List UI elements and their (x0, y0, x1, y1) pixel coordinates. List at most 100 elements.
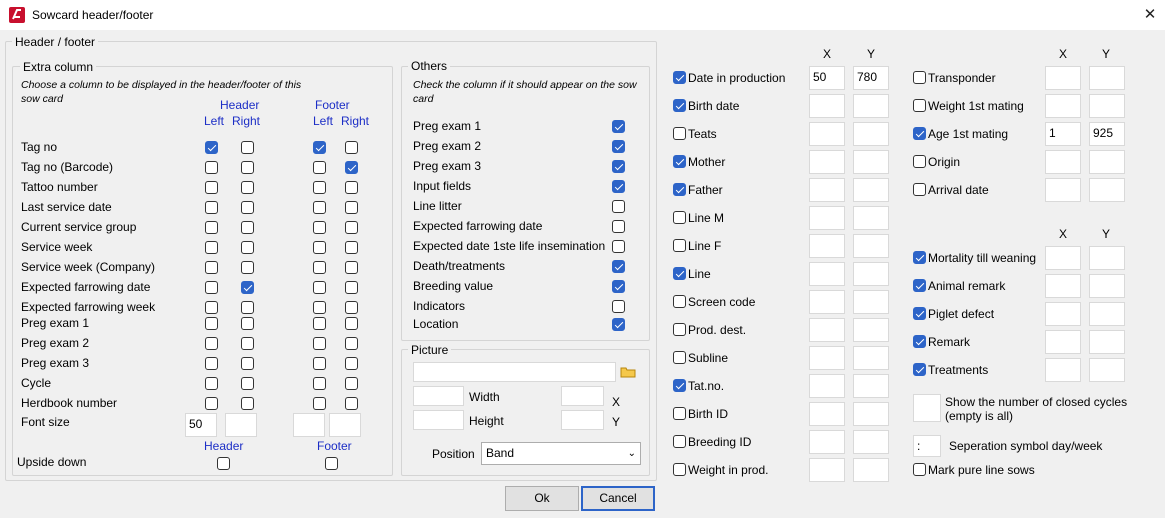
mid-row-y-field[interactable] (853, 178, 889, 202)
footer-right-checkbox[interactable] (345, 317, 358, 330)
header-left-checkbox[interactable] (205, 181, 218, 194)
others-row-checkbox[interactable] (612, 220, 625, 233)
right-row-checkbox[interactable] (913, 155, 926, 168)
header-right-checkbox[interactable] (241, 141, 254, 154)
header-left-checkbox[interactable] (205, 397, 218, 410)
header-right-checkbox[interactable] (241, 261, 254, 274)
right-row-y-field[interactable]: 925 (1089, 122, 1125, 146)
header-left-checkbox[interactable] (205, 221, 218, 234)
footer-left-checkbox[interactable] (313, 337, 326, 350)
footer-left-checkbox[interactable] (313, 241, 326, 254)
cancel-button[interactable]: Cancel (581, 486, 655, 511)
mid-row-x-field[interactable] (809, 346, 845, 370)
others-row-checkbox[interactable] (612, 300, 625, 313)
right-row-checkbox[interactable] (913, 251, 926, 264)
others-row-checkbox[interactable] (612, 280, 625, 293)
mid-row-y-field[interactable] (853, 318, 889, 342)
footer-right-checkbox[interactable] (345, 181, 358, 194)
right-row-y-field[interactable] (1089, 302, 1125, 326)
mid-row-checkbox[interactable] (673, 435, 686, 448)
footer-right-checkbox[interactable] (345, 241, 358, 254)
header-right-checkbox[interactable] (241, 181, 254, 194)
mid-row-checkbox[interactable] (673, 407, 686, 420)
header-left-checkbox[interactable] (205, 241, 218, 254)
header-right-checkbox[interactable] (241, 281, 254, 294)
upside-down-header-checkbox[interactable] (217, 457, 230, 470)
right-row-x-field[interactable] (1045, 94, 1081, 118)
footer-right-checkbox[interactable] (345, 281, 358, 294)
header-left-checkbox[interactable] (205, 337, 218, 350)
font-size-footer-right-field[interactable] (329, 413, 361, 437)
mid-row-checkbox[interactable] (673, 379, 686, 392)
mid-row-x-field[interactable] (809, 430, 845, 454)
mid-row-checkbox[interactable] (673, 239, 686, 252)
mid-row-x-field[interactable] (809, 402, 845, 426)
mid-row-checkbox[interactable] (673, 211, 686, 224)
mid-row-y-field[interactable] (853, 458, 889, 482)
footer-right-checkbox[interactable] (345, 221, 358, 234)
mid-row-y-field[interactable] (853, 262, 889, 286)
header-left-checkbox[interactable] (205, 261, 218, 274)
mid-row-x-field[interactable] (809, 318, 845, 342)
right-row-x-field[interactable] (1045, 66, 1081, 90)
mid-row-x-field[interactable]: 50 (809, 66, 845, 90)
header-right-checkbox[interactable] (241, 241, 254, 254)
ok-button[interactable]: Ok (505, 486, 579, 511)
right-row-y-field[interactable] (1089, 358, 1125, 382)
header-right-checkbox[interactable] (241, 201, 254, 214)
right-row-x-field[interactable]: 1 (1045, 122, 1081, 146)
footer-left-checkbox[interactable] (313, 161, 326, 174)
picture-path-field[interactable] (413, 362, 616, 382)
footer-left-checkbox[interactable] (313, 141, 326, 154)
footer-left-checkbox[interactable] (313, 397, 326, 410)
footer-right-checkbox[interactable] (345, 357, 358, 370)
footer-left-checkbox[interactable] (313, 201, 326, 214)
mid-row-checkbox[interactable] (673, 127, 686, 140)
right-row-x-field[interactable] (1045, 150, 1081, 174)
mid-row-checkbox[interactable] (673, 99, 686, 112)
right-row-checkbox[interactable] (913, 335, 926, 348)
right-row-checkbox[interactable] (913, 71, 926, 84)
header-left-checkbox[interactable] (205, 357, 218, 370)
header-left-checkbox[interactable] (205, 141, 218, 154)
footer-right-checkbox[interactable] (345, 141, 358, 154)
mid-row-x-field[interactable] (809, 178, 845, 202)
right-row-y-field[interactable] (1089, 178, 1125, 202)
mid-row-x-field[interactable] (809, 94, 845, 118)
header-left-checkbox[interactable] (205, 317, 218, 330)
header-right-checkbox[interactable] (241, 357, 254, 370)
closed-cycles-field[interactable] (913, 394, 941, 422)
right-row-checkbox[interactable] (913, 363, 926, 376)
header-left-checkbox[interactable] (205, 301, 218, 314)
others-row-checkbox[interactable] (612, 200, 625, 213)
header-left-checkbox[interactable] (205, 281, 218, 294)
footer-left-checkbox[interactable] (313, 281, 326, 294)
font-size-header-left-field[interactable]: 50 (185, 413, 217, 437)
picture-x-field[interactable] (561, 386, 604, 406)
header-right-checkbox[interactable] (241, 317, 254, 330)
right-row-y-field[interactable] (1089, 94, 1125, 118)
mid-row-y-field[interactable] (853, 122, 889, 146)
right-row-checkbox[interactable] (913, 279, 926, 292)
mid-row-checkbox[interactable] (673, 323, 686, 336)
right-row-y-field[interactable] (1089, 66, 1125, 90)
header-right-checkbox[interactable] (241, 337, 254, 350)
footer-right-checkbox[interactable] (345, 397, 358, 410)
right-row-checkbox[interactable] (913, 183, 926, 196)
others-row-checkbox[interactable] (612, 160, 625, 173)
mid-row-y-field[interactable] (853, 150, 889, 174)
mid-row-checkbox[interactable] (673, 71, 686, 84)
mid-row-x-field[interactable] (809, 374, 845, 398)
footer-left-checkbox[interactable] (313, 221, 326, 234)
mid-row-x-field[interactable] (809, 458, 845, 482)
footer-right-checkbox[interactable] (345, 301, 358, 314)
close-icon[interactable]: ✕ (1138, 4, 1162, 26)
mid-row-y-field[interactable] (853, 290, 889, 314)
right-row-y-field[interactable] (1089, 246, 1125, 270)
right-row-y-field[interactable] (1089, 274, 1125, 298)
mid-row-y-field[interactable] (853, 346, 889, 370)
position-select[interactable]: Band ⌄ (481, 442, 641, 465)
mid-row-checkbox[interactable] (673, 267, 686, 280)
folder-icon[interactable] (620, 365, 636, 379)
mid-row-checkbox[interactable] (673, 295, 686, 308)
